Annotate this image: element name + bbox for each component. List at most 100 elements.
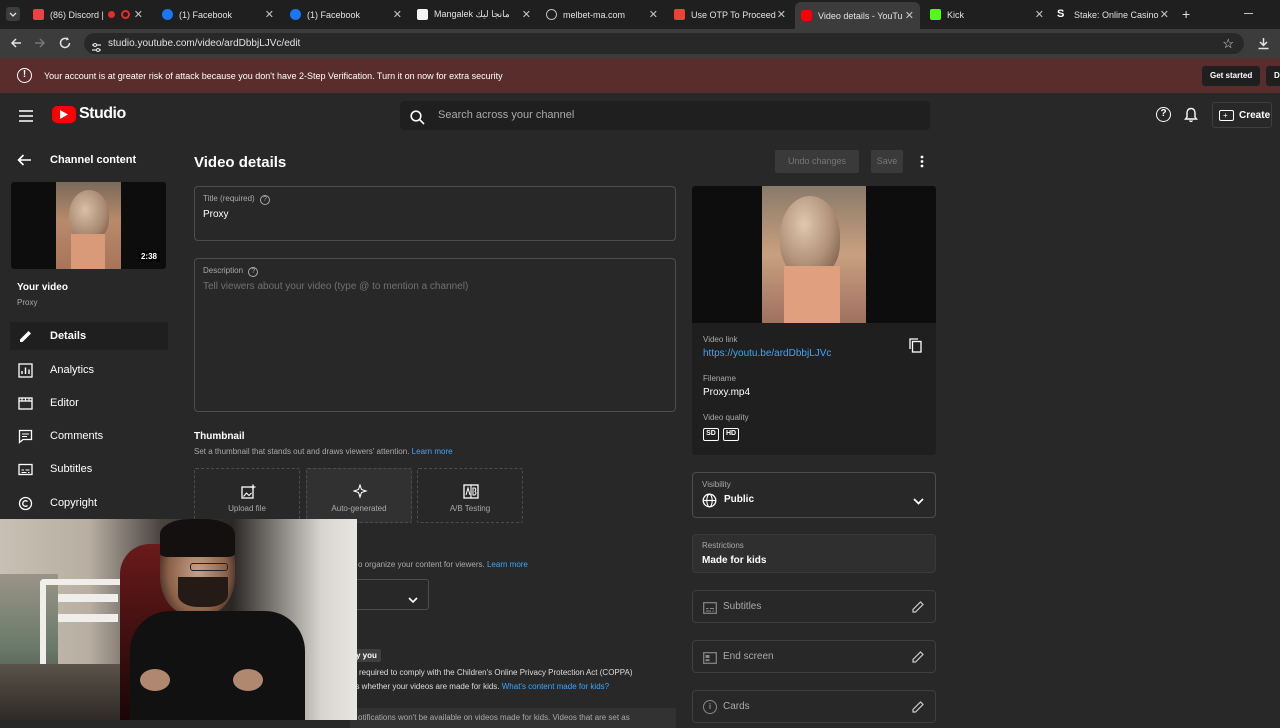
search-input[interactable]: Search across your channel bbox=[400, 101, 930, 130]
cards-card[interactable]: i Cards bbox=[692, 690, 936, 723]
close-tab-icon[interactable]: ✕ bbox=[265, 8, 274, 21]
video-thumbnail[interactable]: 2:38 bbox=[11, 182, 166, 269]
subtitles-card[interactable]: Subtitles bbox=[692, 590, 936, 623]
browser-tab[interactable]: Use OTP To Proceed ✕ bbox=[674, 4, 786, 25]
minimize-icon[interactable] bbox=[1244, 13, 1253, 14]
video-link[interactable]: https://youtu.be/ardDbbjLJVc bbox=[703, 348, 831, 359]
end-screen-label: End screen bbox=[723, 651, 774, 662]
back-icon[interactable] bbox=[9, 36, 23, 55]
title-input[interactable]: Proxy bbox=[203, 209, 229, 220]
browser-tab[interactable]: (1) Facebook ✕ bbox=[162, 4, 274, 25]
channel-content-link[interactable]: Channel content bbox=[50, 154, 136, 166]
auto-generated-button[interactable]: Auto-generated bbox=[306, 468, 412, 523]
discord-icon bbox=[33, 9, 44, 20]
subtitles-label: Subtitles bbox=[723, 601, 762, 612]
mangalek-icon bbox=[417, 9, 428, 20]
save-button[interactable]: Save bbox=[871, 150, 903, 173]
close-tab-icon[interactable]: ✕ bbox=[1160, 8, 1169, 21]
browser-tab-bar: (86) Discord | ✕ (1) Facebook ✕ (1) Face… bbox=[0, 0, 1280, 29]
upload-file-button[interactable]: Upload file bbox=[194, 468, 300, 523]
gmail-icon bbox=[674, 9, 685, 20]
undo-changes-button[interactable]: Undo changes bbox=[775, 150, 859, 173]
copy-icon[interactable] bbox=[909, 338, 922, 358]
sidebar-item-subtitles[interactable]: Subtitles bbox=[10, 455, 168, 483]
search-icon bbox=[410, 108, 425, 137]
title-field[interactable]: Title (required) ? Proxy bbox=[194, 186, 676, 241]
video-link-label: Video link bbox=[703, 335, 738, 344]
bookmark-star-icon[interactable]: ☆ bbox=[1222, 33, 1234, 54]
description-field[interactable]: Description ? Tell viewers about your vi… bbox=[194, 258, 676, 412]
visibility-value: Public bbox=[724, 494, 755, 505]
globe-icon bbox=[702, 493, 717, 513]
ab-testing-icon bbox=[463, 484, 479, 501]
close-tab-icon[interactable]: ✕ bbox=[522, 8, 531, 21]
browser-tab-active[interactable]: Video details - YouTu ✕ bbox=[795, 2, 920, 29]
browser-tab[interactable]: Kick ✕ bbox=[930, 4, 1044, 25]
close-tab-icon[interactable]: ✕ bbox=[134, 8, 143, 21]
site-info-icon[interactable] bbox=[91, 39, 102, 52]
download-icon[interactable] bbox=[1257, 37, 1270, 55]
record-icon bbox=[107, 11, 115, 18]
page-title: Video details bbox=[194, 154, 287, 171]
url-bar[interactable]: studio.youtube.com/video/ardDbbjLJVc/edi… bbox=[84, 33, 1244, 54]
edit-pencil-icon[interactable] bbox=[911, 600, 925, 614]
editor-icon bbox=[17, 395, 33, 411]
browser-tab[interactable]: Mangalek مانجا ليك ✕ bbox=[417, 4, 531, 25]
get-started-button[interactable]: Get started bbox=[1202, 66, 1261, 86]
hd-quality-icon: HD bbox=[723, 428, 739, 441]
close-tab-icon[interactable]: ✕ bbox=[649, 8, 658, 21]
close-tab-icon[interactable]: ✕ bbox=[1035, 8, 1044, 21]
menu-icon[interactable] bbox=[19, 109, 33, 127]
edit-pencil-icon[interactable] bbox=[911, 650, 925, 664]
playlist-learn-more-link[interactable]: Learn more bbox=[487, 560, 528, 569]
edit-pencil-icon[interactable] bbox=[911, 700, 925, 714]
sidebar-item-copyright[interactable]: Copyright bbox=[10, 489, 168, 517]
thumbnail-learn-more-link[interactable]: Learn more bbox=[412, 447, 453, 456]
comments-icon bbox=[17, 428, 33, 444]
end-screen-card[interactable]: End screen bbox=[692, 640, 936, 673]
title-help-icon[interactable]: ? bbox=[259, 195, 270, 205]
help-icon[interactable]: ? bbox=[1156, 107, 1171, 122]
reload-icon[interactable] bbox=[58, 36, 72, 55]
banner-text: Your account is at greater risk of attac… bbox=[44, 71, 503, 81]
browser-tab[interactable]: (1) Facebook ✕ bbox=[290, 4, 402, 25]
youtube-icon bbox=[801, 10, 812, 21]
studio-header: Studio Search across your channel ? + Cr… bbox=[0, 93, 1280, 138]
alert-icon: ! bbox=[17, 68, 32, 83]
sidebar-item-comments[interactable]: Comments bbox=[10, 422, 168, 450]
made-for-kids-link[interactable]: What's content made for kids? bbox=[502, 682, 609, 691]
close-tab-icon[interactable]: ✕ bbox=[777, 8, 786, 21]
playlist-description: o organize your content for viewers. Lea… bbox=[358, 560, 528, 569]
your-video-label: Your video bbox=[17, 282, 68, 293]
sidebar-item-analytics[interactable]: Analytics bbox=[10, 356, 168, 384]
subtitles-icon bbox=[703, 601, 717, 619]
more-options-icon[interactable] bbox=[920, 155, 924, 173]
create-button[interactable]: + Create bbox=[1212, 102, 1272, 128]
studio-logo[interactable]: Studio bbox=[52, 105, 126, 123]
visibility-dropdown[interactable]: Visibility Public bbox=[692, 472, 936, 518]
back-arrow-icon[interactable] bbox=[17, 153, 31, 171]
facebook-icon bbox=[290, 9, 301, 20]
facebook-icon bbox=[162, 9, 173, 20]
browser-tab[interactable]: (86) Discord | ✕ bbox=[33, 4, 143, 25]
ab-testing-button[interactable]: A/B Testing bbox=[417, 468, 523, 523]
tab-search-icon[interactable] bbox=[6, 7, 20, 21]
notifications-bell-icon[interactable] bbox=[1184, 107, 1198, 128]
title-label: Title (required) ? bbox=[203, 194, 270, 205]
browser-tab[interactable]: melbet-ma.com ✕ bbox=[546, 4, 658, 25]
duration-badge: 2:38 bbox=[137, 251, 160, 262]
sidebar-item-details[interactable]: Details bbox=[10, 322, 168, 350]
description-label: Description ? bbox=[203, 266, 259, 277]
new-tab-icon[interactable]: + bbox=[1182, 6, 1190, 22]
browser-tab[interactable]: S Stake: Online Casino ✕ bbox=[1057, 4, 1169, 25]
sidebar-item-editor[interactable]: Editor bbox=[10, 389, 168, 417]
close-tab-icon[interactable]: ✕ bbox=[393, 8, 402, 21]
description-help-icon[interactable]: ? bbox=[248, 267, 259, 277]
video-preview[interactable] bbox=[692, 186, 936, 323]
forward-icon[interactable] bbox=[33, 36, 47, 55]
analytics-icon bbox=[17, 362, 33, 378]
banner-second-button[interactable]: D bbox=[1266, 66, 1280, 86]
description-input[interactable]: Tell viewers about your video (type @ to… bbox=[203, 281, 468, 292]
filename: Proxy.mp4 bbox=[703, 387, 751, 398]
close-tab-icon[interactable]: ✕ bbox=[905, 9, 914, 22]
